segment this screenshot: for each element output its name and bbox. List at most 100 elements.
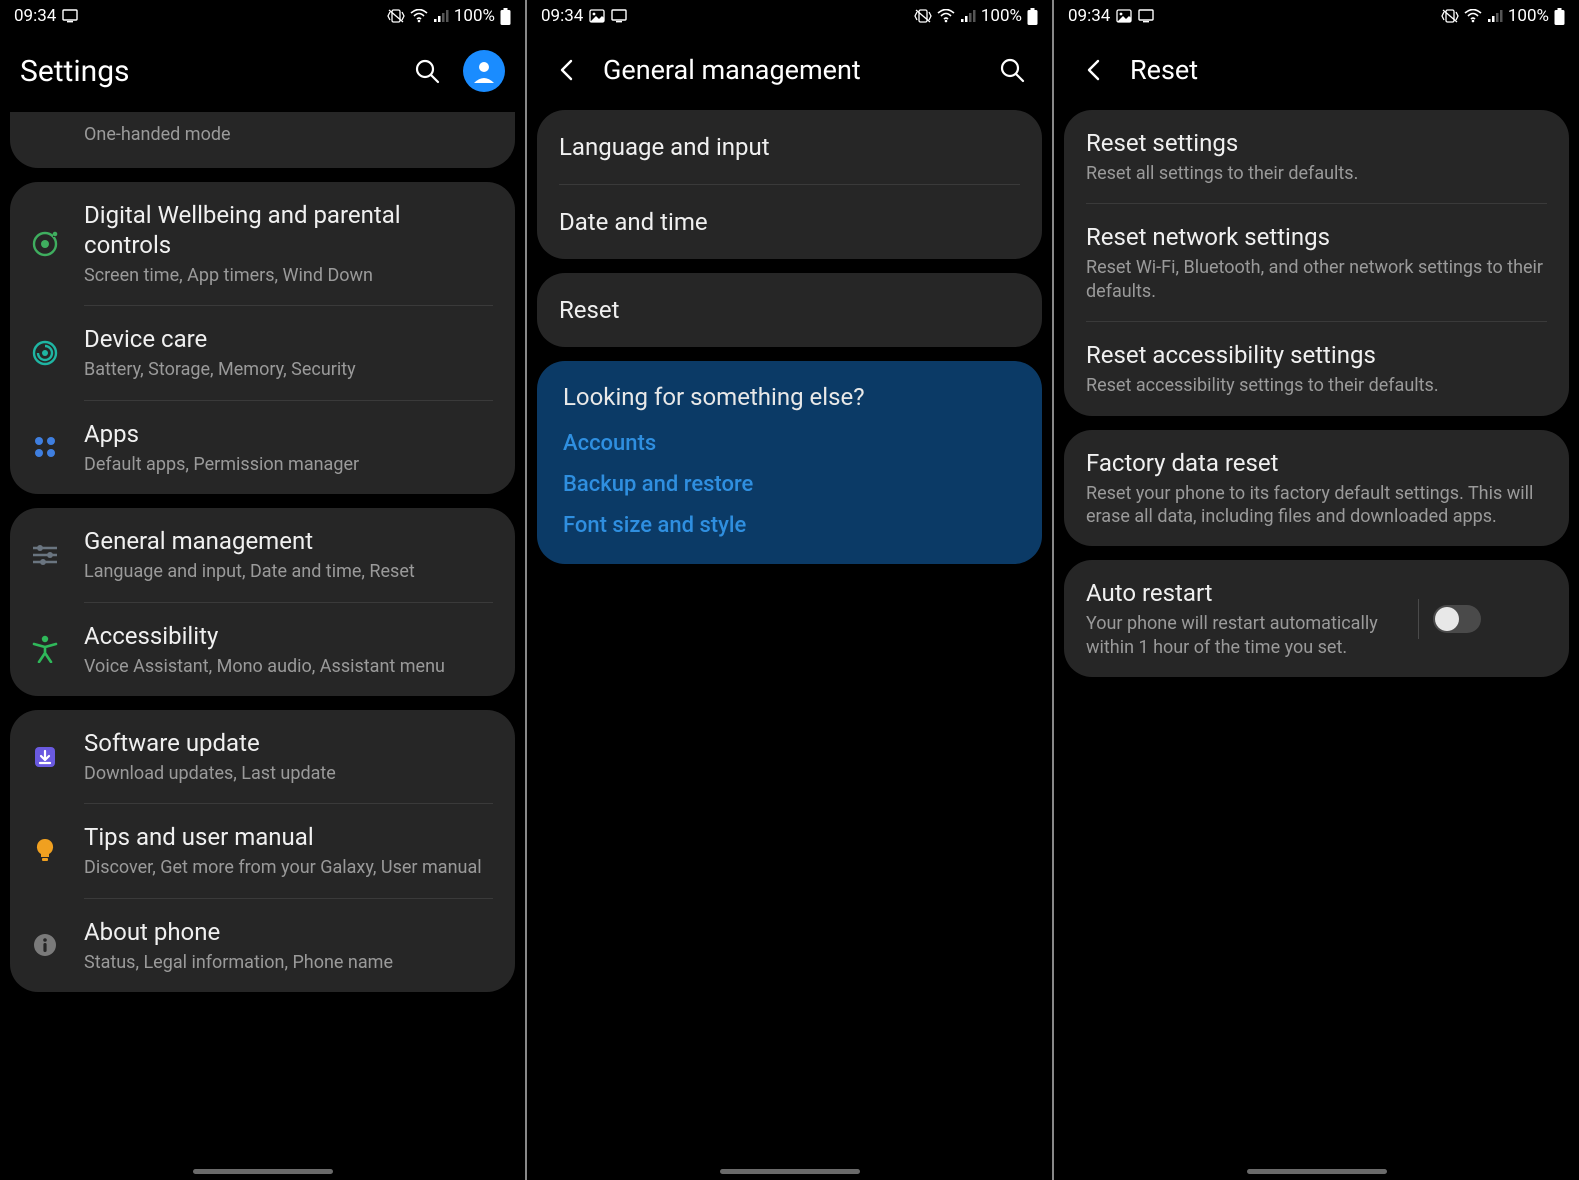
row-sub: Language and input, Date and time, Reset — [84, 560, 493, 583]
row-title: Reset accessibility settings — [1086, 340, 1547, 370]
settings-row-one-handed[interactable]: One-handed mode — [10, 112, 515, 168]
nav-handle[interactable] — [193, 1169, 333, 1174]
info-link-accounts[interactable]: Accounts — [563, 431, 1016, 456]
back-button[interactable] — [547, 50, 587, 90]
signal-icon — [433, 9, 449, 23]
row-title: General management — [84, 526, 493, 556]
row-title: Date and time — [559, 203, 1020, 241]
settings-row-general-management[interactable]: General management Language and input, D… — [10, 508, 515, 601]
lightbulb-icon — [28, 834, 62, 868]
status-battery-pct: 100% — [454, 6, 495, 26]
wifi-icon — [1464, 9, 1482, 23]
settings-row-software-update[interactable]: Software update Download updates, Last u… — [10, 710, 515, 803]
header-general-management: General management — [527, 32, 1052, 110]
row-title: Device care — [84, 324, 493, 354]
wifi-icon — [410, 9, 428, 23]
nav-handle[interactable] — [1247, 1169, 1387, 1174]
header-reset: Reset — [1054, 32, 1579, 110]
status-bar: 09:34 100% — [527, 0, 1052, 32]
status-time: 09:34 — [14, 6, 56, 26]
row-sub: Battery, Storage, Memory, Security — [84, 358, 493, 381]
settings-row-about[interactable]: About phone Status, Legal information, P… — [10, 899, 515, 992]
gm-list: Language and input Date and time Reset L… — [527, 110, 1052, 1180]
nav-handle[interactable] — [720, 1169, 860, 1174]
image-icon — [589, 9, 605, 23]
phone-settings: 09:34 100% Settings — [0, 0, 525, 1180]
status-battery-pct: 100% — [1508, 6, 1549, 26]
vibrate-icon — [1441, 8, 1459, 24]
status-battery-pct: 100% — [981, 6, 1022, 26]
sliders-icon — [28, 538, 62, 572]
vibrate-icon — [914, 8, 932, 24]
auto-restart-toggle[interactable] — [1433, 605, 1481, 633]
settings-row-apps[interactable]: Apps Default apps, Permission manager — [10, 401, 515, 494]
cast-icon — [1138, 9, 1154, 23]
row-title: Auto restart — [1086, 578, 1396, 608]
account-avatar[interactable] — [463, 50, 505, 92]
battery-icon — [500, 8, 511, 25]
info-link-font[interactable]: Font size and style — [563, 513, 1016, 538]
reset-row-accessibility[interactable]: Reset accessibility settings Reset acces… — [1064, 322, 1569, 415]
reset-row-factory[interactable]: Factory data reset Reset your phone to i… — [1064, 430, 1569, 547]
row-title: Language and input — [559, 128, 1020, 166]
wellbeing-icon — [28, 227, 62, 261]
cast-icon — [62, 9, 78, 23]
row-sub: One-handed mode — [84, 123, 493, 146]
settings-list: One-handed mode Digital Wellbeing and pa… — [0, 112, 525, 1180]
blank-icon — [28, 118, 62, 152]
status-bar: 09:34 100% — [0, 0, 525, 32]
reset-row-auto-restart[interactable]: Auto restart Your phone will restart aut… — [1064, 560, 1569, 677]
gm-row-date-time[interactable]: Date and time — [537, 185, 1042, 259]
status-bar: 09:34 100% — [1054, 0, 1579, 32]
info-icon — [28, 928, 62, 962]
status-time: 09:34 — [541, 6, 583, 26]
gm-row-language-input[interactable]: Language and input — [537, 110, 1042, 184]
phone-reset: 09:34 100% Reset Reset settings Reset al… — [1054, 0, 1579, 1180]
row-title: Apps — [84, 419, 493, 449]
gm-row-reset[interactable]: Reset — [537, 273, 1042, 347]
settings-row-device-care[interactable]: Device care Battery, Storage, Memory, Se… — [10, 306, 515, 399]
row-title: Reset — [559, 291, 1020, 329]
row-title: Factory data reset — [1086, 448, 1547, 478]
row-title: Tips and user manual — [84, 822, 493, 852]
battery-icon — [1027, 8, 1038, 25]
search-button[interactable] — [992, 50, 1032, 90]
row-title: Reset network settings — [1086, 222, 1547, 252]
software-update-icon — [28, 740, 62, 774]
row-sub: Voice Assistant, Mono audio, Assistant m… — [84, 655, 493, 678]
row-sub: Screen time, App timers, Wind Down — [84, 264, 493, 287]
row-sub: Status, Legal information, Phone name — [84, 951, 493, 974]
info-title: Looking for something else? — [563, 383, 1016, 411]
row-sub: Reset all settings to their defaults. — [1086, 162, 1547, 185]
wifi-icon — [937, 9, 955, 23]
page-title: Reset — [1130, 54, 1559, 86]
gm-info-card: Looking for something else? Accounts Bac… — [537, 361, 1042, 564]
reset-row-network[interactable]: Reset network settings Reset Wi-Fi, Blue… — [1064, 204, 1569, 321]
search-button[interactable] — [407, 51, 447, 91]
info-link-backup[interactable]: Backup and restore — [563, 472, 1016, 497]
reset-list: Reset settings Reset all settings to the… — [1054, 110, 1579, 1180]
apps-icon — [28, 430, 62, 464]
settings-row-accessibility[interactable]: Accessibility Voice Assistant, Mono audi… — [10, 603, 515, 696]
settings-row-wellbeing[interactable]: Digital Wellbeing and parental controls … — [10, 182, 515, 305]
settings-row-tips[interactable]: Tips and user manual Discover, Get more … — [10, 804, 515, 897]
back-button[interactable] — [1074, 50, 1114, 90]
row-sub: Discover, Get more from your Galaxy, Use… — [84, 856, 493, 879]
row-sub: Default apps, Permission manager — [84, 453, 493, 476]
row-title: Reset settings — [1086, 128, 1547, 158]
signal-icon — [960, 9, 976, 23]
row-title: Digital Wellbeing and parental controls — [84, 200, 493, 260]
vibrate-icon — [387, 8, 405, 24]
cast-icon — [611, 9, 627, 23]
reset-row-settings[interactable]: Reset settings Reset all settings to the… — [1064, 110, 1569, 203]
page-title: Settings — [20, 54, 391, 89]
row-sub: Reset accessibility settings to their de… — [1086, 374, 1547, 397]
device-care-icon — [28, 336, 62, 370]
page-title: General management — [603, 54, 976, 86]
row-sub: Download updates, Last update — [84, 762, 493, 785]
image-icon — [1116, 9, 1132, 23]
row-sub: Reset your phone to its factory default … — [1086, 482, 1547, 529]
row-sub: Reset Wi-Fi, Bluetooth, and other networ… — [1086, 256, 1547, 303]
row-title: About phone — [84, 917, 493, 947]
row-title: Accessibility — [84, 621, 493, 651]
